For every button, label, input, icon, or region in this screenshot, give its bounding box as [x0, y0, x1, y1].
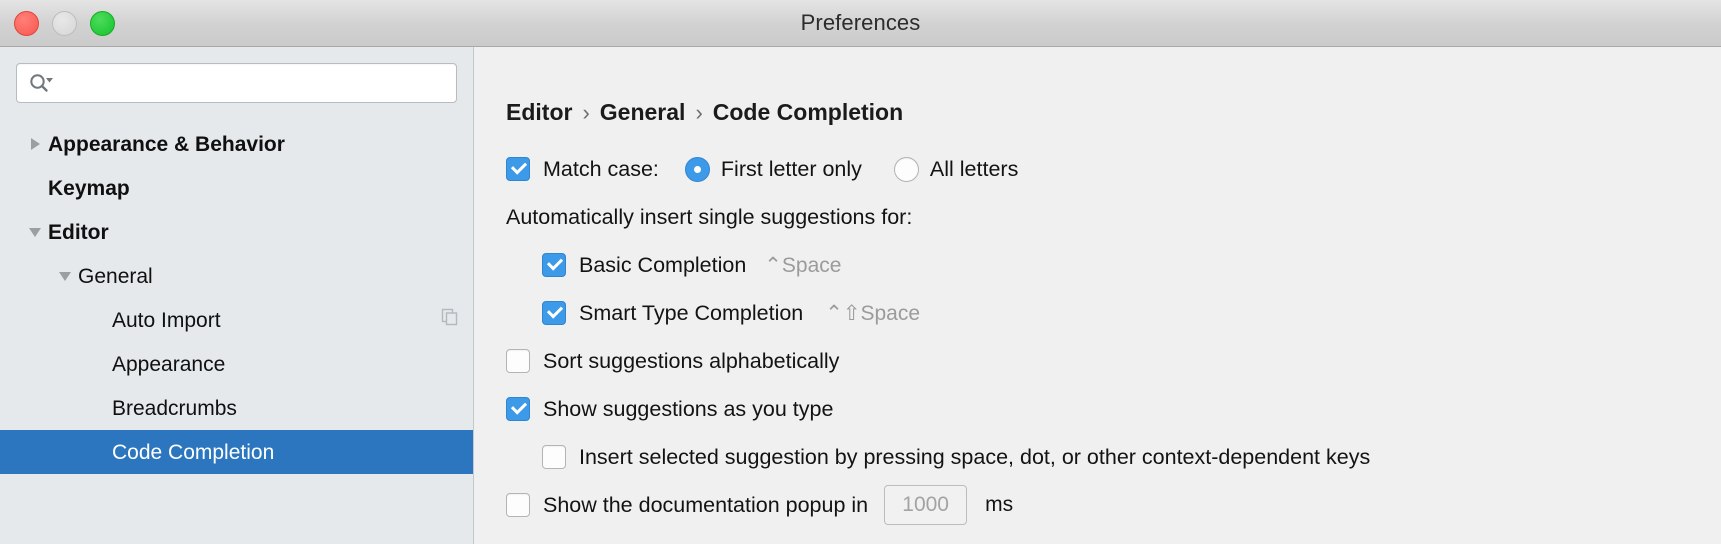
window-title: Preferences [800, 10, 921, 35]
doc-popup-label: Show the documentation popup in [543, 492, 869, 517]
sort-suggestions-label: Sort suggestions alphabetically [543, 348, 840, 373]
auto-insert-group-label: Automatically insert single suggestions … [506, 204, 913, 229]
show-suggestions-row: Show suggestions as you type [506, 385, 1721, 433]
chevron-right-icon: › [695, 99, 703, 125]
search-wrapper [0, 47, 473, 103]
insert-selected-suggestion-label: Insert selected suggestion by pressing s… [579, 444, 1371, 469]
search-box[interactable] [16, 63, 457, 103]
radio-indicator[interactable] [684, 156, 710, 182]
sidebar-item-label: Appearance & Behavior [48, 132, 285, 156]
settings-sidebar: Appearance & Behavior Keymap Editor Gene… [0, 47, 474, 544]
smart-type-completion-shortcut: ⌃⇧Space [825, 301, 921, 325]
search-icon [28, 73, 54, 93]
sidebar-item-label: Code Completion [112, 440, 275, 464]
radio-label: All letters [929, 156, 1019, 181]
match-case-radio-group: First letter only All letters [684, 156, 1019, 182]
basic-completion-row: Basic Completion ⌃Space [506, 241, 1721, 289]
sidebar-item-general[interactable]: General [0, 254, 473, 298]
sidebar-item-label: Editor [48, 220, 109, 244]
radio-label: First letter only [720, 156, 862, 181]
sidebar-item-appearance[interactable]: Appearance [0, 342, 473, 386]
sidebar-item-editor[interactable]: Editor [0, 210, 473, 254]
auto-insert-group-label-row: Automatically insert single suggestions … [506, 193, 1721, 241]
insert-selected-suggestion-row: Insert selected suggestion by pressing s… [506, 433, 1721, 481]
settings-tree: Appearance & Behavior Keymap Editor Gene… [0, 122, 473, 474]
match-case-label: Match case: [543, 156, 659, 181]
doc-popup-delay-unit: ms [985, 493, 1014, 516]
window-body: Appearance & Behavior Keymap Editor Gene… [0, 47, 1721, 544]
doc-popup-checkbox[interactable] [506, 493, 530, 517]
sidebar-item-label: General [78, 264, 153, 288]
preferences-window: Preferences Appearance & Behavior Keymap… [0, 0, 1721, 544]
show-suggestions-checkbox[interactable] [506, 397, 530, 421]
basic-completion-shortcut: ⌃Space [764, 253, 842, 277]
breadcrumb-crumb-code-completion: Code Completion [712, 99, 904, 125]
sidebar-item-label: Keymap [48, 176, 130, 200]
smart-type-completion-checkbox[interactable] [542, 301, 566, 325]
insert-selected-suggestion-checkbox[interactable] [542, 445, 566, 469]
radio-all-letters[interactable]: All letters [893, 156, 1019, 182]
sidebar-item-keymap[interactable]: Keymap [0, 166, 473, 210]
sidebar-item-appearance-behavior[interactable]: Appearance & Behavior [0, 122, 473, 166]
breadcrumb: Editor › General › Code Completion [474, 99, 1721, 126]
smart-type-completion-row: Smart Type Completion ⌃⇧Space [506, 289, 1721, 337]
radio-first-letter-only[interactable]: First letter only [684, 156, 862, 182]
copy-icon [441, 308, 459, 332]
sidebar-item-code-completion[interactable]: Code Completion [0, 430, 473, 474]
chevron-right-icon[interactable] [22, 138, 48, 150]
sort-suggestions-checkbox[interactable] [506, 349, 530, 373]
options-list: Match case: First letter only All letter… [474, 145, 1721, 529]
window-titlebar: Preferences [0, 0, 1721, 47]
sort-suggestions-row: Sort suggestions alphabetically [506, 337, 1721, 385]
chevron-down-icon[interactable] [22, 227, 48, 237]
chevron-right-icon: › [582, 99, 590, 125]
breadcrumb-crumb-general[interactable]: General [600, 99, 686, 126]
basic-completion-checkbox[interactable] [542, 253, 566, 277]
radio-indicator[interactable] [893, 156, 919, 182]
match-case-checkbox[interactable] [506, 157, 530, 181]
smart-type-completion-label: Smart Type Completion [579, 300, 804, 325]
sidebar-item-label: Auto Import [112, 308, 221, 332]
sidebar-item-label: Breadcrumbs [112, 396, 237, 420]
chevron-down-icon[interactable] [52, 271, 78, 281]
basic-completion-label: Basic Completion [579, 252, 747, 277]
match-case-row: Match case: First letter only All letter… [506, 145, 1721, 193]
sidebar-item-auto-import[interactable]: Auto Import [0, 298, 473, 342]
search-input[interactable] [54, 73, 456, 93]
doc-popup-delay-input[interactable]: 1000 [884, 485, 968, 525]
sidebar-item-breadcrumbs[interactable]: Breadcrumbs [0, 386, 473, 430]
show-suggestions-label: Show suggestions as you type [543, 396, 834, 421]
settings-detail-panel: Editor › General › Code Completion Match… [474, 47, 1721, 544]
sidebar-item-label: Appearance [112, 352, 226, 376]
breadcrumb-crumb-editor[interactable]: Editor [506, 99, 572, 126]
doc-popup-row: Show the documentation popup in 1000 ms [506, 481, 1721, 529]
